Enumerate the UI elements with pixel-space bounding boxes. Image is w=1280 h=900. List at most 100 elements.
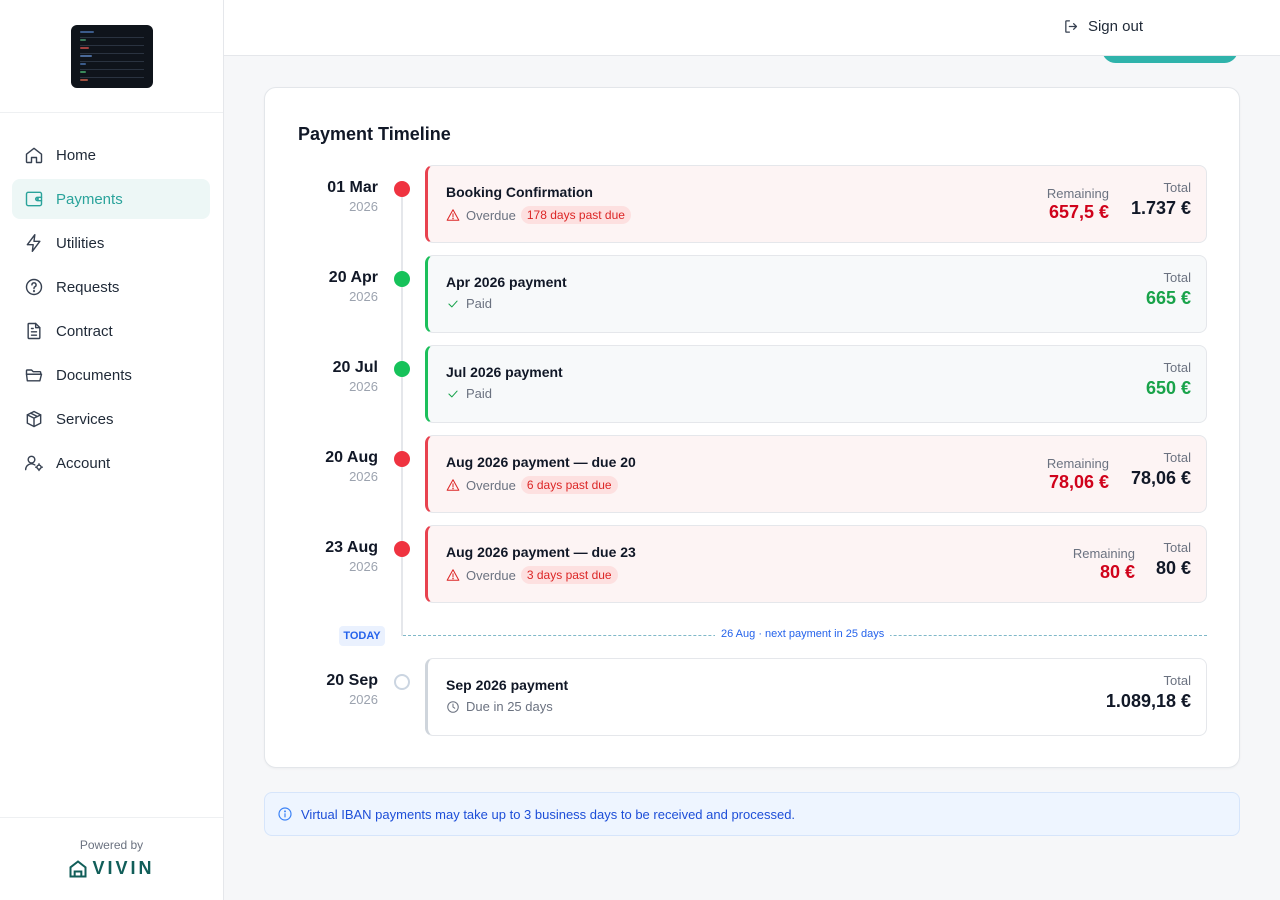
- total-amount: Total 1.737 €: [1131, 180, 1191, 219]
- remaining-label: Remaining: [1046, 186, 1109, 201]
- payment-day: 23 Aug: [325, 539, 378, 556]
- payment-card[interactable]: Aug 2026 payment — due 23 Overdue 3 days…: [425, 525, 1207, 603]
- total-amount: Total 1.089,18 €: [1106, 673, 1191, 712]
- status-text: Paid: [466, 296, 493, 311]
- file-text-icon: [27, 322, 41, 340]
- payment-year: 2026: [349, 559, 378, 574]
- payment-year: 2026: [349, 469, 378, 484]
- payment-status: Paid: [446, 386, 492, 401]
- days-past-due-badge: 3 days past due: [520, 566, 618, 584]
- folder-icon: [25, 369, 43, 382]
- payment-status: Overdue 3 days past due: [446, 566, 618, 584]
- total-amount: Total 78,06 €: [1131, 450, 1191, 489]
- logo-area: [0, 0, 223, 113]
- paid-marker: [394, 271, 410, 287]
- today-indicator: TODAY 26 Aug · next payment in 25 days: [265, 624, 1241, 646]
- clock-icon: [447, 700, 459, 713]
- payment-name: Apr 2026 payment: [446, 274, 567, 290]
- payment-card[interactable]: Jul 2026 payment Paid Total 650 €: [425, 345, 1207, 423]
- total-label: Total: [1163, 270, 1191, 285]
- payment-status: Overdue 178 days past due: [446, 206, 631, 224]
- total-value: 80 €: [1155, 558, 1191, 578]
- payment-status: Overdue 6 days past due: [446, 476, 618, 494]
- payment-status: Due in 25 days: [446, 699, 553, 714]
- remaining-value: 80 €: [1099, 562, 1135, 582]
- status-text: Overdue: [466, 567, 516, 583]
- brand-logo: VIVIN: [0, 858, 223, 879]
- remaining-amount: Remaining 80 €: [1073, 540, 1135, 583]
- total-label: Total: [1163, 360, 1191, 375]
- upcoming-marker: [394, 674, 410, 690]
- timeline-row: 20 Sep 2026 Sep 2026 payment Due in 25 d…: [265, 658, 1241, 736]
- payment-timeline-card: Payment Timeline 01 Mar 2026 Booking Con…: [264, 87, 1240, 768]
- bolt-icon: [26, 233, 41, 253]
- payment-day: 20 Sep: [326, 672, 378, 689]
- remaining-value: 78,06 €: [1048, 472, 1109, 492]
- sidebar-nav: Home Payments Utilities Requests Contrac…: [0, 113, 223, 483]
- timeline-row: 20 Jul 2026 Jul 2026 payment Paid Total …: [265, 345, 1241, 423]
- payment-date: 20 Aug 2026: [325, 449, 378, 484]
- info-icon: [278, 807, 292, 821]
- check-icon: [448, 300, 458, 307]
- payment-name: Jul 2026 payment: [446, 364, 563, 380]
- remaining-value: 657,5 €: [1048, 202, 1109, 222]
- total-amount: Total 650 €: [1146, 360, 1191, 399]
- paid-marker: [394, 361, 410, 377]
- total-label: Total: [1163, 450, 1191, 465]
- sidebar-item-contract[interactable]: Contract: [12, 311, 210, 351]
- total-value: 650 €: [1145, 378, 1191, 398]
- house-logo-icon: [69, 859, 87, 877]
- sign-out-button[interactable]: Sign out: [1063, 18, 1143, 35]
- sidebar-item-documents[interactable]: Documents: [12, 355, 210, 395]
- total-amount: Total 80 €: [1156, 540, 1191, 579]
- payment-name: Sep 2026 payment: [446, 677, 569, 693]
- payment-date: 20 Jul 2026: [333, 359, 378, 394]
- days-past-due-badge: 6 days past due: [520, 476, 618, 494]
- payment-card[interactable]: Sep 2026 payment Due in 25 days Total 1.…: [425, 658, 1207, 736]
- today-badge: TODAY: [339, 626, 385, 646]
- payment-year: 2026: [349, 199, 378, 214]
- status-text: Paid: [466, 386, 493, 401]
- payment-year: 2026: [349, 379, 378, 394]
- warning-icon: [446, 569, 460, 581]
- sidebar-item-home[interactable]: Home: [12, 135, 210, 175]
- payment-day: 01 Mar: [327, 179, 378, 196]
- payment-year: 2026: [349, 289, 378, 304]
- company-logo[interactable]: [70, 24, 153, 88]
- sidebar-item-payments[interactable]: Payments: [12, 179, 210, 219]
- sidebar-item-label: Account: [56, 454, 111, 472]
- payment-card[interactable]: Aug 2026 payment — due 20 Overdue 6 days…: [425, 435, 1207, 513]
- payment-card[interactable]: Booking Confirmation Overdue 178 days pa…: [425, 165, 1207, 243]
- status-text: Overdue: [466, 477, 516, 493]
- sidebar-item-label: Utilities: [56, 234, 105, 252]
- sidebar-item-label: Requests: [56, 278, 120, 296]
- next-payment-text: 26 Aug · next payment in 25 days: [715, 628, 891, 640]
- total-label: Total: [1163, 673, 1191, 688]
- notice-text: Virtual IBAN payments may take up to 3 b…: [301, 806, 796, 822]
- timeline-row: 20 Apr 2026 Apr 2026 payment Paid Total …: [265, 255, 1241, 333]
- payment-card[interactable]: Apr 2026 payment Paid Total 665 €: [425, 255, 1207, 333]
- sidebar-item-requests[interactable]: Requests: [12, 267, 210, 307]
- sidebar-item-label: Payments: [56, 190, 123, 208]
- payment-date: 01 Mar 2026: [327, 179, 378, 214]
- payment-name: Booking Confirmation: [446, 184, 593, 200]
- sidebar-footer: Powered by VIVIN: [0, 817, 223, 900]
- home-icon: [25, 147, 43, 164]
- total-value: 78,06 €: [1130, 468, 1191, 488]
- card-title: Payment Timeline: [298, 124, 451, 144]
- overdue-marker: [394, 451, 410, 467]
- payment-day: 20 Apr: [328, 269, 378, 286]
- status-text: Overdue: [466, 207, 516, 223]
- payment-name: Aug 2026 payment — due 23: [446, 544, 636, 560]
- sidebar-item-account[interactable]: Account: [12, 443, 210, 483]
- user-cog-icon: [24, 455, 44, 472]
- total-amount: Total 665 €: [1146, 270, 1191, 309]
- sidebar-item-services[interactable]: Services: [12, 399, 210, 439]
- wallet-icon: [25, 191, 43, 207]
- payment-day: 20 Jul: [332, 359, 378, 376]
- sidebar-item-utilities[interactable]: Utilities: [12, 223, 210, 263]
- days-past-due-badge: 178 days past due: [520, 206, 631, 224]
- payment-year: 2026: [349, 692, 378, 707]
- remaining-label: Remaining: [1072, 546, 1135, 561]
- warning-icon: [446, 209, 460, 221]
